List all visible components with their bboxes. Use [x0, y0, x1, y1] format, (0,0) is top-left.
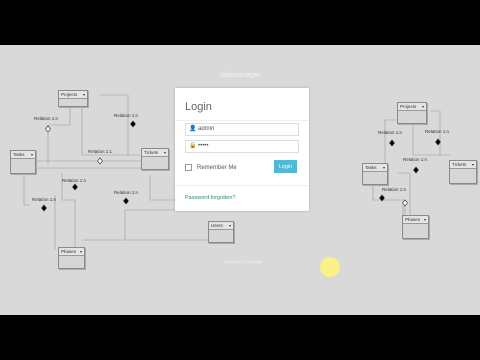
- login-button[interactable]: Login: [274, 160, 297, 173]
- remember-me[interactable]: Remember Me: [185, 164, 237, 171]
- entity-label: Phases: [405, 217, 421, 222]
- chevron-down-icon[interactable]: ▾: [383, 165, 385, 170]
- desktop-canvas: Projects ▾ Tasks ▾ Tickets ▾ Phases ▾ Users ▾…: [0, 45, 480, 315]
- remember-checkbox[interactable]: [185, 164, 192, 171]
- entity-label: Projects: [400, 104, 417, 109]
- entity-label: Projects: [61, 92, 78, 97]
- chevron-down-icon[interactable]: ▾: [31, 152, 33, 157]
- relation-label: Relation 1:n: [114, 190, 139, 195]
- login-panel: Login 👤 🔒 Remember Me Login Password for…: [175, 88, 309, 211]
- relation-label: Relation 1:n: [378, 130, 403, 135]
- chevron-down-icon[interactable]: ▾: [83, 92, 85, 97]
- entity-projects[interactable]: Projects ▾: [58, 90, 88, 107]
- relation-label: Relation 1:n: [34, 116, 59, 121]
- chevron-down-icon[interactable]: ▾: [80, 249, 82, 254]
- entity-label: Tasks: [365, 165, 377, 170]
- app-title: taskmanager: [219, 72, 261, 79]
- username-field[interactable]: 👤: [185, 123, 299, 136]
- entity-phases[interactable]: Phases ▾: [58, 247, 85, 269]
- password-input[interactable]: [198, 141, 293, 151]
- relation-label: Relation 1:n: [114, 113, 139, 118]
- divider: [175, 120, 309, 121]
- relation-label: Relation 1:n: [32, 197, 57, 202]
- entity-label: Tasks: [13, 152, 25, 157]
- password-field[interactable]: 🔒: [185, 140, 299, 153]
- footer-text: Copyright © Arcology: [224, 259, 262, 264]
- user-icon: 👤: [189, 126, 197, 132]
- relation-label: Relation 1:n: [62, 178, 87, 183]
- relation-label: Relation 1:n: [403, 157, 428, 162]
- chevron-down-icon[interactable]: ▾: [472, 162, 474, 167]
- entity-users[interactable]: Users ▾: [208, 221, 234, 243]
- username-input[interactable]: [198, 124, 293, 134]
- entity-tasks[interactable]: Tasks ▾: [362, 163, 388, 185]
- relation-label: Relation 1:n: [425, 129, 450, 134]
- entity-phases[interactable]: Phases ▾: [402, 215, 429, 239]
- chevron-down-icon[interactable]: ▾: [164, 150, 166, 155]
- chevron-down-icon[interactable]: ▾: [229, 223, 231, 228]
- cursor-highlight: [320, 257, 340, 277]
- divider: [175, 185, 309, 186]
- entity-label: Tickets: [144, 150, 159, 155]
- entity-tasks[interactable]: Tasks ▾: [10, 150, 36, 174]
- entity-tickets[interactable]: Tickets ▾: [449, 160, 477, 184]
- relation-label: Relation 1:1: [88, 149, 113, 154]
- chevron-down-icon[interactable]: ▾: [422, 104, 424, 109]
- login-title: Login: [185, 101, 212, 113]
- remember-label: Remember Me: [197, 165, 237, 172]
- entity-tickets[interactable]: Tickets ▾: [141, 148, 169, 170]
- lock-icon: 🔒: [189, 143, 197, 149]
- relation-label: Relation 1:n: [382, 187, 407, 192]
- chevron-down-icon[interactable]: ▾: [424, 217, 426, 222]
- entity-label: Tickets: [452, 162, 467, 167]
- forgot-password-link[interactable]: Password forgotten?: [185, 195, 235, 201]
- entity-label: Users: [211, 223, 223, 228]
- entity-projects[interactable]: Projects ▾: [397, 102, 427, 124]
- entity-label: Phases: [61, 249, 77, 254]
